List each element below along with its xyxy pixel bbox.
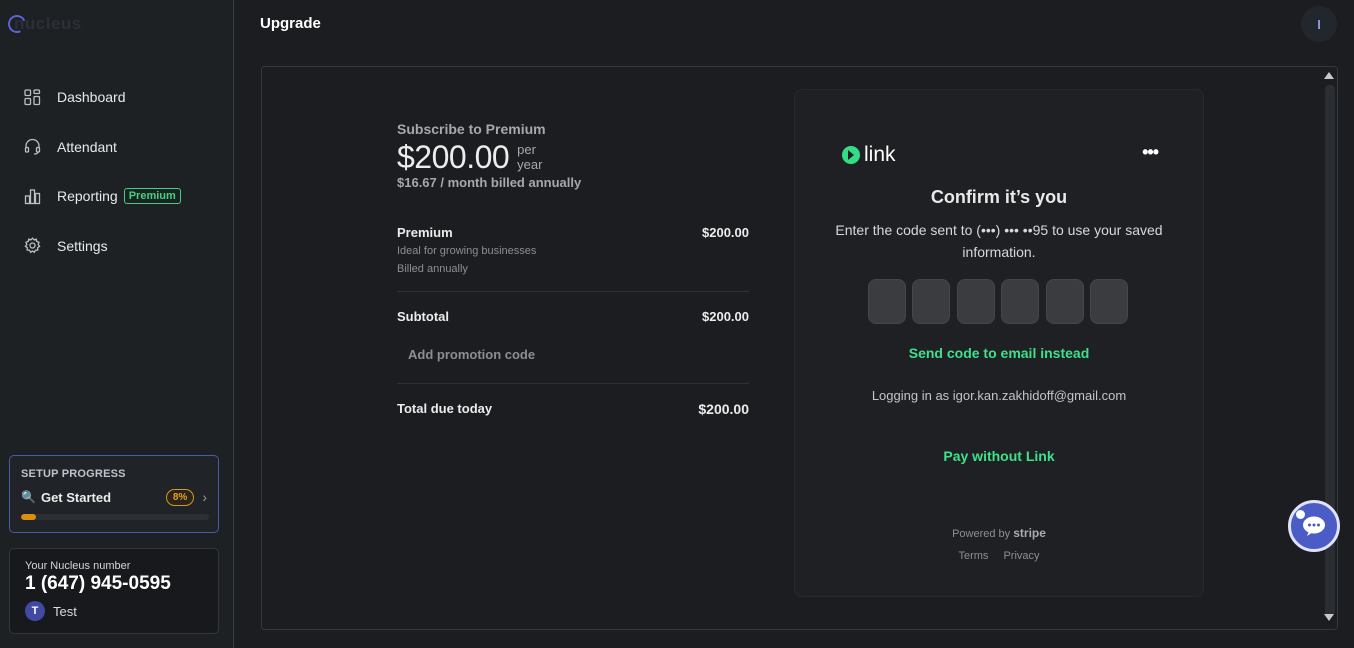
- powered-by-stripe: Powered by stripe: [795, 526, 1203, 540]
- verification-code-input[interactable]: [868, 279, 1134, 324]
- setup-progress-bar: [21, 514, 209, 520]
- magnifier-icon: 🔍: [21, 490, 36, 504]
- price-period: per year: [517, 142, 542, 172]
- pay-without-link-button[interactable]: Pay without Link: [795, 448, 1203, 464]
- avatar: T: [25, 601, 45, 621]
- sidebar-item-label: Attendant: [57, 138, 117, 155]
- code-digit-box[interactable]: [1045, 279, 1084, 324]
- nucleus-number-card: Your Nucleus number 1 (647) 945-0595 T T…: [9, 548, 219, 634]
- price-period-line2: year: [517, 157, 543, 172]
- setup-progress-fill: [21, 514, 37, 520]
- sidebar-item-settings[interactable]: Settings: [0, 227, 234, 265]
- line-item-desc-1: Ideal for growing businesses: [397, 245, 537, 257]
- monthly-price: $16.67 / month billed annually: [397, 175, 582, 190]
- premium-badge: Premium: [123, 188, 181, 204]
- powered-by-label: Powered by: [952, 528, 1011, 540]
- gear-icon: [24, 237, 41, 254]
- stripe-logo: stripe: [1013, 526, 1046, 540]
- sidebar-nav: Dashboard Attendant Reporting Premium Se…: [0, 78, 234, 276]
- sidebar-item-label: Settings: [57, 237, 108, 254]
- subtotal-amount: $200.00: [702, 309, 749, 324]
- line-item-description: Ideal for growing businesses Billed annu…: [397, 242, 536, 278]
- code-digit-box[interactable]: [1089, 279, 1128, 324]
- setup-progress-card[interactable]: SETUP PROGRESS 🔍 Get Started 8% ›: [9, 455, 219, 533]
- bar-chart-icon: [24, 188, 41, 204]
- code-digit-box[interactable]: [912, 279, 951, 324]
- code-digit-box[interactable]: [868, 279, 906, 324]
- line-item-premium: Premium Ideal for growing businesses Bil…: [397, 225, 749, 278]
- scroll-down-arrow-icon[interactable]: [1324, 614, 1334, 621]
- setup-progress-title: SETUP PROGRESS: [21, 468, 126, 480]
- add-promotion-code-button[interactable]: Add promotion code: [408, 347, 749, 362]
- subtotal-row: Subtotal $200.00: [397, 309, 749, 324]
- sidebar: nucleus Dashboard Attendant Reporting Pr…: [0, 0, 234, 648]
- user-avatar[interactable]: I: [1301, 6, 1337, 42]
- link-brand: link: [864, 143, 896, 166]
- sidebar-item-label: Reporting: [57, 188, 118, 204]
- scroll-up-arrow-icon[interactable]: [1324, 72, 1334, 79]
- logo[interactable]: nucleus: [5, 12, 82, 36]
- price-period-line1: per: [517, 142, 536, 157]
- sidebar-item-reporting[interactable]: Reporting Premium: [0, 177, 234, 215]
- divider: [397, 291, 749, 292]
- total-row: Total due today $200.00: [397, 401, 749, 417]
- nucleus-number: 1 (647) 945-0595: [25, 573, 171, 594]
- chevron-right-icon[interactable]: ›: [202, 489, 207, 505]
- notification-dot: [1296, 510, 1305, 519]
- total-amount: $200.00: [698, 401, 749, 417]
- subtotal-label: Subtotal: [397, 309, 449, 324]
- logging-in-as-text: Logging in as igor.kan.zakhidoff@gmail.c…: [871, 388, 1127, 403]
- sidebar-item-label: Dashboard: [57, 89, 126, 105]
- setup-progress-row[interactable]: 🔍 Get Started 8% ›: [21, 487, 207, 507]
- more-options-icon[interactable]: •••: [1142, 142, 1159, 163]
- grid-icon: [24, 88, 41, 105]
- code-instructions: Enter the code sent to (•••) ••• ••95 to…: [835, 222, 1163, 260]
- nucleus-number-label: Your Nucleus number: [25, 560, 131, 572]
- get-started-label: Get Started: [40, 489, 112, 505]
- sidebar-item-attendant[interactable]: Attendant: [0, 128, 234, 166]
- link-logo-icon: [842, 146, 860, 164]
- order-summary: Subscribe to Premium $200.00 per year $1…: [397, 121, 749, 417]
- page-title: Upgrade: [260, 15, 321, 32]
- chat-widget-button[interactable]: [1288, 500, 1340, 552]
- headset-icon: [24, 138, 41, 155]
- confirm-title: Confirm it’s you: [930, 187, 1068, 207]
- chat-bubbles-icon: [1303, 516, 1325, 536]
- link-auth-panel: link ••• Confirm it’s you Enter the code…: [794, 89, 1204, 597]
- account-user-name: Test: [53, 603, 77, 619]
- subscribe-title: Subscribe to Premium: [397, 121, 546, 137]
- send-code-to-email-link[interactable]: Send code to email instead: [795, 345, 1203, 361]
- link-logo: link: [842, 143, 896, 167]
- checkout-frame: Subscribe to Premium $200.00 per year $1…: [261, 66, 1338, 630]
- legal-links: Terms Privacy: [795, 550, 1203, 562]
- code-digit-box[interactable]: [1001, 279, 1040, 324]
- line-item-name: Premium: [397, 225, 453, 240]
- price-row: $200.00 per year: [397, 139, 749, 176]
- sidebar-item-dashboard[interactable]: Dashboard: [0, 78, 234, 116]
- line-item-desc-2: Billed annually: [397, 263, 468, 275]
- progress-percent-badge: 8%: [165, 488, 195, 506]
- line-item-amount: $200.00: [702, 225, 749, 240]
- account-user[interactable]: T Test: [25, 601, 203, 621]
- price: $200.00: [397, 139, 510, 175]
- code-digit-box[interactable]: [956, 279, 995, 324]
- privacy-link[interactable]: Privacy: [1003, 550, 1039, 562]
- total-label: Total due today: [397, 401, 493, 416]
- divider: [397, 383, 749, 384]
- terms-link[interactable]: Terms: [958, 550, 988, 562]
